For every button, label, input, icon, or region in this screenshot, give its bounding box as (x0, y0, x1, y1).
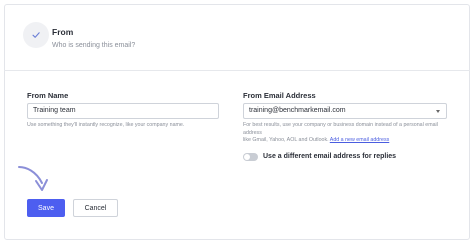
curved-arrow-icon (18, 166, 48, 191)
from-email-label: From Email Address (243, 91, 316, 100)
from-email-select[interactable]: training@benchmarkemail.com (243, 103, 447, 119)
reply-address-toggle-label: Use a different email address for replie… (263, 153, 397, 160)
save-button[interactable]: Save (27, 199, 65, 217)
check-icon (32, 32, 40, 38)
reply-address-toggle[interactable] (243, 153, 258, 161)
from-email-help-line1: For best results, use your company or bu… (243, 122, 438, 136)
from-name-input[interactable]: Training team (27, 103, 219, 119)
add-email-link[interactable]: Add a new email address (330, 137, 389, 143)
toggle-knob (244, 154, 250, 160)
caret-down-icon (436, 110, 440, 113)
from-email-help-line2: like Gmail, Yahoo, AOL and Outlook. (243, 137, 329, 143)
section-title: From (52, 27, 74, 37)
from-name-help: Use something they'll instantly recogniz… (27, 122, 185, 128)
section-divider (4, 70, 470, 71)
from-name-label: From Name (27, 91, 69, 100)
cancel-button[interactable]: Cancel (73, 199, 118, 217)
section-subtitle: Who is sending this email? (52, 42, 136, 49)
step-status-circle (23, 22, 49, 48)
from-email-value: training@benchmarkemail.com (249, 107, 346, 114)
from-email-help: For best results, use your company or bu… (243, 122, 458, 145)
